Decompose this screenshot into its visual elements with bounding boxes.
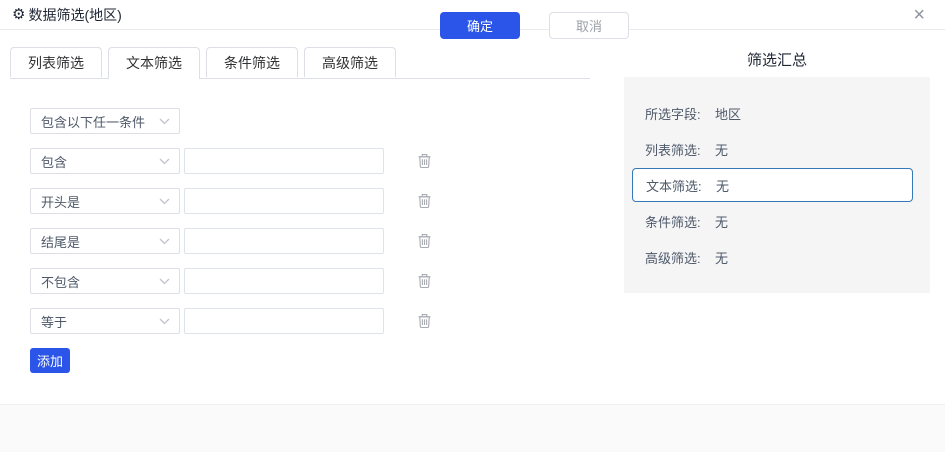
condition-row: 不包含 (30, 268, 432, 294)
tab-condition-filter[interactable]: 条件筛选 (206, 47, 298, 77)
summary-row-text-filter: 文本筛选:无 (632, 168, 913, 202)
chevron-down-icon (159, 118, 170, 125)
condition-value-input[interactable] (184, 148, 384, 174)
summary-row-list-filter: 列表筛选:无 (624, 131, 930, 167)
condition-list: 包含开头是结尾是不包含等于 (30, 148, 432, 334)
summary-row-value: 无 (715, 212, 728, 231)
delete-condition-button[interactable] (417, 153, 432, 169)
operator-select-value: 等于 (41, 312, 67, 331)
gear-icon: ⚙ (12, 7, 25, 22)
operator-select-value: 结尾是 (41, 232, 80, 251)
text-filter-form: 包含以下任一条件 包含开头是结尾是不包含等于 添加 (30, 108, 432, 373)
delete-condition-button[interactable] (417, 233, 432, 249)
summary-row-selected-field: 所选字段:地区 (624, 95, 930, 131)
trash-icon (417, 313, 432, 329)
data-filter-dialog: { "dialog": { "title": "数据筛选(地区)", "icon… (0, 0, 945, 452)
close-icon[interactable]: × (909, 2, 929, 28)
tab-advanced-filter[interactable]: 高级筛选 (304, 47, 396, 77)
cancel-button[interactable]: 取消 (549, 12, 629, 39)
trash-icon (417, 153, 432, 169)
operator-select-value: 包含 (41, 152, 67, 171)
chevron-down-icon (159, 318, 170, 325)
condition-row: 等于 (30, 308, 432, 334)
combinator-select-value: 包含以下任一条件 (41, 112, 145, 131)
summary-row-label: 列表筛选: (645, 140, 715, 159)
chevron-down-icon (159, 278, 170, 285)
summary-row-value: 无 (715, 140, 728, 159)
dialog-footer (0, 404, 945, 452)
ok-button[interactable]: 确定 (440, 12, 520, 39)
summary-panel: 所选字段:地区列表筛选:无文本筛选:无条件筛选:无高级筛选:无 (624, 77, 930, 293)
condition-row: 开头是 (30, 188, 432, 214)
operator-select-value: 开头是 (41, 192, 80, 211)
dialog-title: 数据筛选(地区) (28, 5, 121, 25)
summary-row-value: 地区 (715, 104, 741, 123)
operator-select[interactable]: 结尾是 (30, 228, 180, 254)
summary-row-label: 文本筛选: (646, 176, 716, 195)
chevron-down-icon (159, 238, 170, 245)
delete-condition-button[interactable] (417, 313, 432, 329)
operator-select[interactable]: 包含 (30, 148, 180, 174)
delete-condition-button[interactable] (417, 193, 432, 209)
summary-row-value: 无 (715, 248, 728, 267)
trash-icon (417, 233, 432, 249)
chevron-down-icon (159, 198, 170, 205)
operator-select-value: 不包含 (41, 272, 80, 291)
summary-row-condition-filter: 条件筛选:无 (624, 203, 930, 239)
summary-row-label: 高级筛选: (645, 248, 715, 267)
combinator-row: 包含以下任一条件 (30, 108, 432, 134)
tab-bar: 列表筛选文本筛选条件筛选高级筛选 (10, 47, 590, 79)
condition-row: 包含 (30, 148, 432, 174)
condition-row: 结尾是 (30, 228, 432, 254)
trash-icon (417, 193, 432, 209)
summary-row-label: 条件筛选: (645, 212, 715, 231)
tab-list-filter[interactable]: 列表筛选 (10, 47, 102, 77)
summary-title: 筛选汇总 (624, 49, 930, 70)
operator-select[interactable]: 不包含 (30, 268, 180, 294)
operator-select[interactable]: 开头是 (30, 188, 180, 214)
summary-row-value: 无 (716, 176, 729, 195)
combinator-select[interactable]: 包含以下任一条件 (30, 108, 180, 134)
condition-value-input[interactable] (184, 308, 384, 334)
condition-value-input[interactable] (184, 268, 384, 294)
trash-icon (417, 273, 432, 289)
add-button[interactable]: 添加 (30, 348, 70, 373)
delete-condition-button[interactable] (417, 273, 432, 289)
condition-value-input[interactable] (184, 188, 384, 214)
summary-row-advanced-filter: 高级筛选:无 (624, 239, 930, 275)
chevron-down-icon (159, 158, 170, 165)
tab-text-filter[interactable]: 文本筛选 (108, 47, 200, 79)
operator-select[interactable]: 等于 (30, 308, 180, 334)
condition-value-input[interactable] (184, 228, 384, 254)
summary-row-label: 所选字段: (645, 104, 715, 123)
